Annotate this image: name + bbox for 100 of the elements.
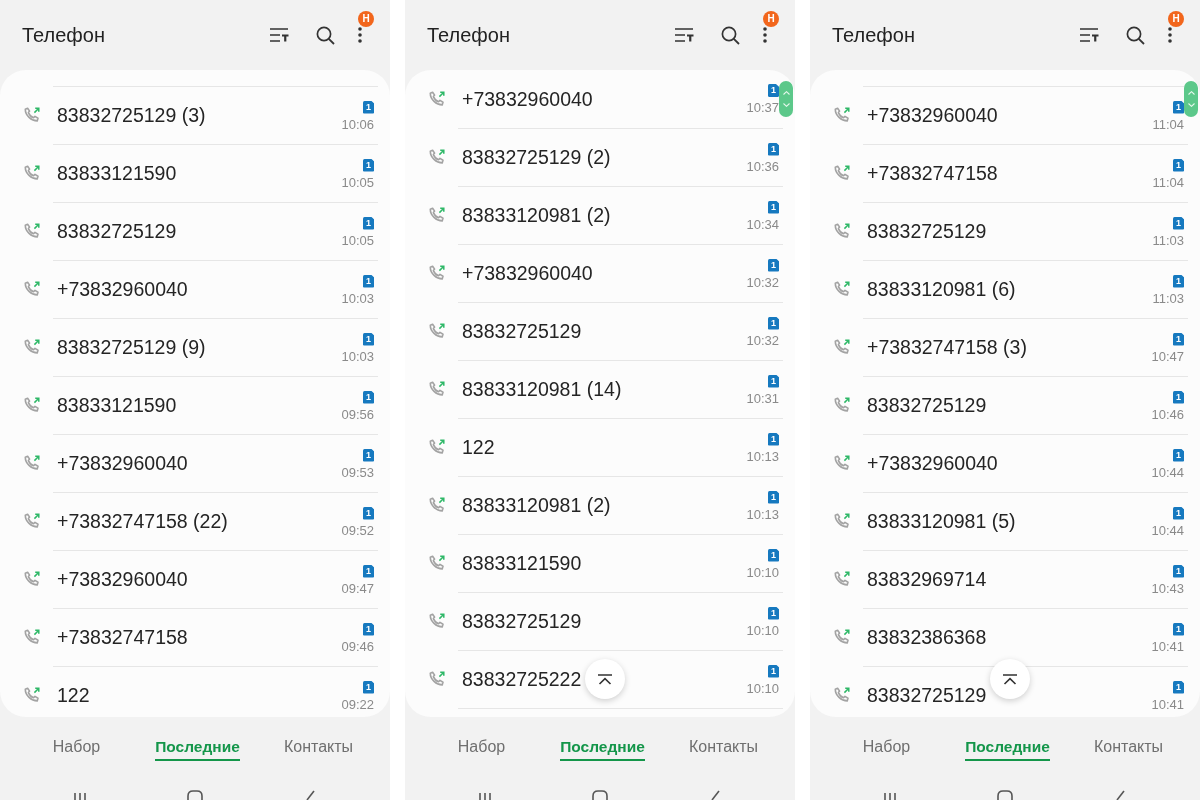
tab[interactable]: Набор bbox=[457, 736, 506, 761]
outgoing-call-icon bbox=[834, 339, 850, 355]
phone-number[interactable]: +73832747158 bbox=[57, 626, 188, 649]
home-icon[interactable] bbox=[592, 790, 608, 800]
phone-number[interactable]: 83832386368 bbox=[867, 626, 987, 649]
phone-number[interactable]: 83832725129 (2) bbox=[462, 146, 611, 169]
fast-scroll-handle[interactable] bbox=[1184, 81, 1198, 117]
sim-indicator: 1 bbox=[1173, 680, 1184, 694]
call-time: 10:10 bbox=[746, 680, 779, 697]
outgoing-call-icon bbox=[429, 207, 445, 223]
call-time: 10:31 bbox=[746, 390, 779, 407]
tab[interactable]: Набор bbox=[52, 736, 101, 761]
phone-number[interactable]: 83832725129 bbox=[867, 684, 987, 707]
tab[interactable]: Набор bbox=[862, 736, 911, 761]
phone-number[interactable]: 83832969714 bbox=[867, 568, 987, 591]
phone-number[interactable]: 83832725129 bbox=[867, 220, 987, 243]
call-time: 10:05 bbox=[341, 174, 374, 191]
outgoing-call-icon bbox=[834, 513, 850, 529]
tab[interactable]: Контакты bbox=[1093, 736, 1164, 761]
call-time: 09:47 bbox=[341, 580, 374, 597]
sim-indicator: 1 bbox=[363, 274, 374, 288]
phone-number[interactable]: +73832960040 bbox=[867, 452, 998, 475]
phone-number[interactable]: 83833121590 bbox=[57, 162, 177, 185]
sim-indicator: 1 bbox=[768, 84, 779, 97]
call-time: 10:13 bbox=[746, 506, 779, 523]
call-time: 10:41 bbox=[1151, 696, 1184, 713]
back-icon[interactable] bbox=[1115, 790, 1125, 800]
sim-indicator: 1 bbox=[768, 490, 779, 504]
outgoing-call-icon bbox=[834, 397, 850, 413]
call-time: 10:06 bbox=[341, 116, 374, 133]
phone-number[interactable]: 83832725129 bbox=[867, 394, 987, 417]
outgoing-call-icon bbox=[24, 281, 40, 297]
call-time: 11:04 bbox=[1152, 174, 1184, 191]
phone-number[interactable]: +73832960040 bbox=[57, 568, 188, 591]
recent-apps-icon[interactable] bbox=[74, 793, 86, 800]
sim-indicator: 1 bbox=[1173, 448, 1184, 462]
chevron-up-icon bbox=[782, 91, 790, 95]
notification-badge: Н bbox=[358, 11, 374, 27]
phone-number[interactable]: +73832960040 bbox=[867, 104, 998, 127]
back-icon[interactable] bbox=[710, 790, 720, 800]
phone-number[interactable]: 83833120981 (2) bbox=[462, 494, 611, 517]
phone-number[interactable]: +73832747158 bbox=[867, 162, 998, 185]
tab[interactable]: Контакты bbox=[283, 736, 354, 761]
scroll-to-top-button[interactable] bbox=[585, 659, 625, 699]
phone-number[interactable]: 83833120981 (6) bbox=[867, 278, 1016, 301]
search-icon bbox=[1125, 25, 1145, 45]
sim-indicator: 1 bbox=[1173, 506, 1184, 520]
outgoing-call-icon bbox=[24, 455, 40, 471]
outgoing-call-icon bbox=[429, 323, 445, 339]
phone-number[interactable]: 83832725129 (3) bbox=[57, 104, 206, 127]
back-icon[interactable] bbox=[305, 790, 315, 800]
phone-number[interactable]: 83833120981 (14) bbox=[462, 378, 622, 401]
call-time: 09:53 bbox=[341, 464, 374, 481]
call-time: 11:04 bbox=[1152, 116, 1184, 133]
call-time: 11:03 bbox=[1152, 232, 1184, 249]
phone-number[interactable]: +73832747158 (3) bbox=[867, 336, 1027, 359]
sim-indicator: 1 bbox=[1173, 622, 1184, 636]
call-time: 09:52 bbox=[341, 522, 374, 539]
phone-number[interactable]: 83833121590 bbox=[57, 394, 177, 417]
recent-apps-icon[interactable] bbox=[479, 793, 491, 800]
call-time: 10:03 bbox=[341, 348, 374, 365]
phone-number[interactable]: 83833120981 (2) bbox=[462, 204, 611, 227]
call-time: 10:32 bbox=[746, 332, 779, 349]
sim-indicator: 1 bbox=[1173, 390, 1184, 404]
phone-number[interactable]: +73832747158 (22) bbox=[57, 510, 228, 533]
phone-number[interactable]: 83832725129 bbox=[462, 610, 582, 633]
fast-scroll-handle[interactable] bbox=[779, 81, 793, 117]
outgoing-call-icon bbox=[429, 149, 445, 165]
call-time: 10:47 bbox=[1151, 348, 1184, 365]
phone-number[interactable]: 122 bbox=[462, 436, 495, 459]
phone-number[interactable]: 83832725129 (9) bbox=[57, 336, 206, 359]
tab[interactable]: Контакты bbox=[688, 736, 759, 761]
phone-number[interactable]: 122 bbox=[57, 684, 90, 707]
scroll-to-top-button[interactable] bbox=[990, 659, 1030, 699]
phone-number[interactable]: +73832960040 bbox=[57, 278, 188, 301]
scroll-to-top-icon bbox=[597, 673, 613, 685]
phone-number[interactable]: +73832960040 bbox=[57, 452, 188, 475]
outgoing-call-icon bbox=[24, 165, 40, 181]
sim-indicator: 1 bbox=[1173, 216, 1184, 230]
call-time: 10:10 bbox=[746, 564, 779, 581]
phone-number[interactable]: 83832725222 bbox=[462, 668, 582, 691]
phone-number[interactable]: +73832960040 bbox=[462, 262, 593, 285]
recent-apps-icon[interactable] bbox=[884, 793, 896, 800]
phone-number[interactable]: 83833121590 bbox=[462, 552, 582, 575]
phone-number[interactable]: +73832960040 bbox=[462, 87, 593, 111]
phone-number[interactable]: 83832725129 bbox=[462, 320, 582, 343]
outgoing-call-icon bbox=[429, 555, 445, 571]
sim-indicator: 1 bbox=[363, 332, 374, 346]
home-icon[interactable] bbox=[187, 790, 203, 800]
app-title: Телефон bbox=[832, 23, 916, 47]
phone-number[interactable]: 83833120981 (5) bbox=[867, 510, 1016, 533]
sim-indicator: 1 bbox=[768, 664, 779, 678]
sim-indicator: 1 bbox=[363, 564, 374, 578]
outgoing-call-icon bbox=[834, 281, 850, 297]
sim-indicator: 1 bbox=[1173, 158, 1184, 172]
phone-number[interactable]: 83832725129 bbox=[57, 220, 177, 243]
outgoing-call-icon bbox=[834, 629, 850, 645]
home-icon[interactable] bbox=[997, 790, 1013, 800]
outgoing-call-icon bbox=[24, 223, 40, 239]
sim-indicator: 1 bbox=[768, 606, 779, 620]
